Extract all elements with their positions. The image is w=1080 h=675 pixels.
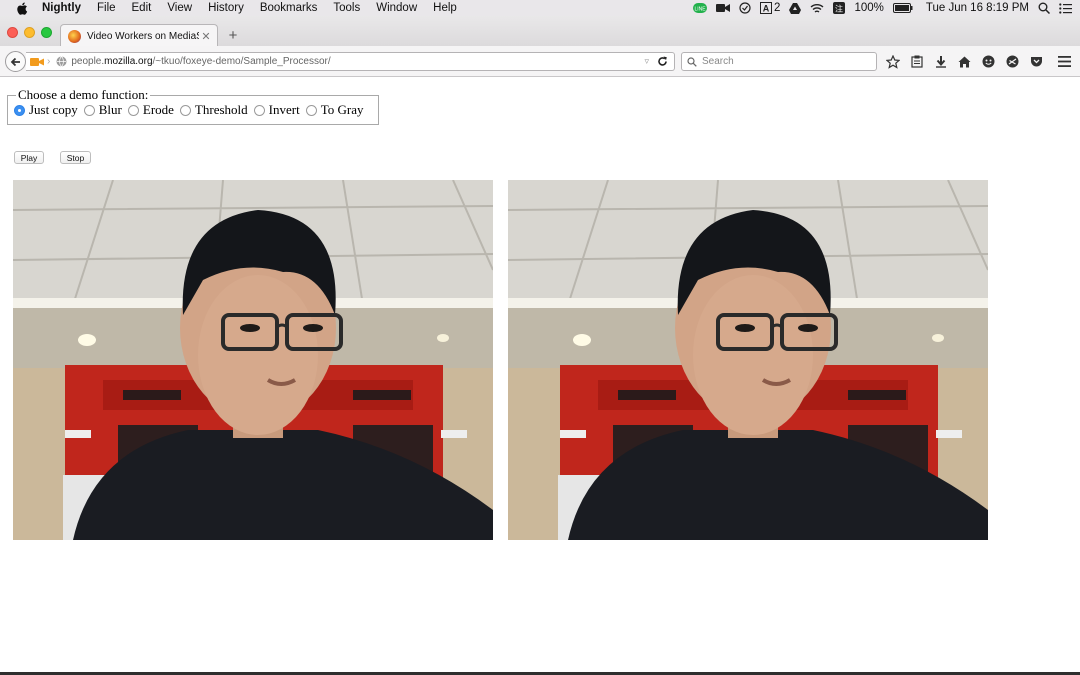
tab-close-icon[interactable]: ✕ <box>199 30 213 43</box>
search-input[interactable]: Search <box>681 52 877 71</box>
back-arrow-icon <box>10 57 20 66</box>
source-video[interactable] <box>13 180 493 540</box>
radio-just-copy[interactable] <box>14 104 25 116</box>
demo-function-fieldset: Choose a demo function: Just copy Blur E… <box>7 87 379 125</box>
demo-function-legend: Choose a demo function: <box>18 87 149 102</box>
reload-icon[interactable] <box>657 56 668 67</box>
menu-help[interactable]: Help <box>433 2 457 14</box>
option-threshold[interactable]: Threshold <box>179 102 248 118</box>
svg-text:A: A <box>763 4 770 14</box>
menu-app-name[interactable]: Nightly <box>42 2 81 14</box>
option-label-blur: Blur <box>98 102 122 117</box>
option-label-to-gray: To Gray <box>320 102 364 117</box>
pocket-icon[interactable] <box>1028 53 1045 70</box>
webcam-frame-processed <box>508 180 988 540</box>
url-text[interactable]: people.mozilla.org/~tkuo/foxeye-demo/Sam… <box>71 56 644 67</box>
tab-bar: Video Workers on MediaStr... ✕ + <box>0 16 1080 47</box>
hello-chat-icon[interactable] <box>980 53 997 70</box>
bookmarks-menu-icon[interactable] <box>908 53 925 70</box>
radio-blur[interactable] <box>83 104 95 116</box>
stop-button[interactable]: Stop <box>60 151 91 164</box>
identity-chevron-icon: › <box>47 56 51 67</box>
url-domain: mozilla.org <box>104 56 153 67</box>
minimize-window-button[interactable] <box>24 27 35 38</box>
svg-text:注: 注 <box>835 4 843 14</box>
adobe-notification-icon[interactable]: A 2 <box>760 0 780 16</box>
new-tab-button[interactable]: + <box>226 27 240 44</box>
close-window-button[interactable] <box>7 27 18 38</box>
option-label-invert: Invert <box>268 102 300 117</box>
search-icon <box>687 56 697 67</box>
radio-erode[interactable] <box>127 104 139 116</box>
menu-window[interactable]: Window <box>376 2 417 14</box>
option-label-just-copy: Just copy <box>29 102 78 117</box>
google-drive-icon[interactable] <box>789 0 802 16</box>
menu-file[interactable]: File <box>97 2 116 14</box>
url-path: /~tkuo/foxeye-demo/Sample_Processor/ <box>152 56 331 67</box>
demo-function-options: Just copy Blur Erode Threshold Invert To… <box>14 102 372 118</box>
battery-percent: 100% <box>854 2 884 14</box>
status-area: LINE A 2 注 100% Tue Jun 16 8:19 PM <box>693 0 1072 16</box>
url-host-prefix: people. <box>71 56 105 67</box>
url-history-dropdown-icon[interactable]: ▿ <box>644 56 649 67</box>
page-content: Choose a demo function: Just copy Blur E… <box>0 78 1080 672</box>
clock-datetime[interactable]: Tue Jun 16 8:19 PM <box>926 0 1029 16</box>
option-to-gray[interactable]: To Gray <box>305 102 364 118</box>
window-controls <box>7 27 52 38</box>
option-blur[interactable]: Blur <box>83 102 122 118</box>
wifi-icon[interactable] <box>810 0 824 16</box>
menu-history[interactable]: History <box>208 2 244 14</box>
notification-center-icon[interactable] <box>1059 0 1072 16</box>
zoom-window-button[interactable] <box>41 27 52 38</box>
input-method-icon[interactable]: 注 <box>833 0 846 16</box>
check-circle-icon[interactable] <box>739 0 751 16</box>
notification-count: 2 <box>774 2 781 14</box>
option-just-copy[interactable]: Just copy <box>14 102 78 118</box>
option-label-erode: Erode <box>142 102 174 117</box>
webcam-frame-source <box>13 180 493 540</box>
video-camera-icon[interactable] <box>716 0 731 16</box>
option-label-threshold: Threshold <box>194 102 248 117</box>
apple-menu-icon[interactable] <box>14 2 30 15</box>
radio-invert[interactable] <box>253 104 265 116</box>
play-button[interactable]: Play <box>14 151 44 164</box>
bookmark-star-icon[interactable] <box>884 53 901 70</box>
radio-to-gray[interactable] <box>305 104 317 116</box>
tab-title: Video Workers on MediaStr... <box>87 30 199 42</box>
search-placeholder: Search <box>702 56 734 67</box>
tab-active[interactable]: Video Workers on MediaStr... ✕ <box>60 24 218 47</box>
toolbar-icons <box>884 53 1045 70</box>
menu-bar: Nightly File Edit View History Bookmarks… <box>0 0 1080 16</box>
menu-bookmarks[interactable]: Bookmarks <box>260 2 318 14</box>
back-button[interactable] <box>5 51 26 72</box>
option-erode[interactable]: Erode <box>127 102 174 118</box>
processed-video-canvas[interactable] <box>508 180 988 540</box>
globe-icon[interactable] <box>56 56 67 67</box>
menu-edit[interactable]: Edit <box>132 2 152 14</box>
radio-threshold[interactable] <box>179 104 191 116</box>
navigation-toolbar: › people.mozilla.org/~tkuo/foxeye-demo/S… <box>0 46 1080 77</box>
downloads-icon[interactable] <box>932 53 949 70</box>
line-app-icon[interactable]: LINE <box>693 0 708 16</box>
battery-icon[interactable] <box>892 0 913 16</box>
option-invert[interactable]: Invert <box>253 102 300 118</box>
spotlight-search-icon[interactable] <box>1038 0 1050 16</box>
camera-sharing-icon[interactable] <box>30 57 47 67</box>
firefox-favicon-icon <box>68 29 81 43</box>
home-icon[interactable] <box>956 53 973 70</box>
url-bar[interactable]: › people.mozilla.org/~tkuo/foxeye-demo/S… <box>26 52 675 71</box>
menu-tools[interactable]: Tools <box>333 2 360 14</box>
hamburger-menu-icon[interactable] <box>1056 53 1073 70</box>
browser-window: Video Workers on MediaStr... ✕ + › peopl… <box>0 16 1080 672</box>
svg-text:LINE: LINE <box>694 7 706 13</box>
sync-icon[interactable] <box>1004 53 1021 70</box>
menu-view[interactable]: View <box>167 2 192 14</box>
